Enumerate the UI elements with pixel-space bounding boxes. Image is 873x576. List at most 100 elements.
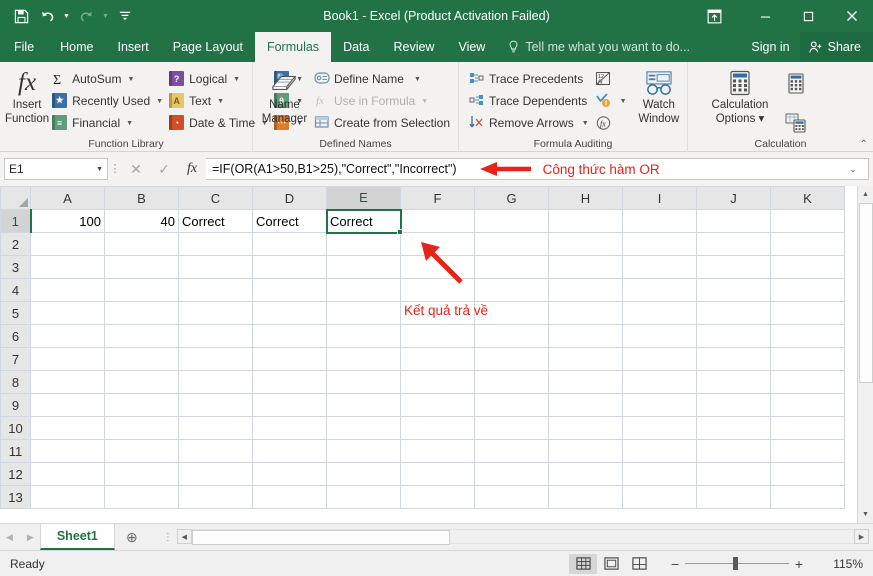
- cell-I2[interactable]: [622, 232, 697, 256]
- row-header-12[interactable]: 12: [0, 462, 31, 486]
- zoom-slider-thumb[interactable]: [733, 557, 738, 570]
- vertical-scroll-thumb[interactable]: [858, 203, 873, 383]
- cell-E9[interactable]: [326, 393, 401, 417]
- financial-dropdown-icon[interactable]: ▼: [126, 120, 133, 127]
- vertical-scrollbar[interactable]: ▲ ▼: [857, 186, 873, 523]
- horizontal-split-handle[interactable]: ⋮: [163, 524, 173, 550]
- cell-I10[interactable]: [622, 416, 697, 440]
- cell-B1[interactable]: 40: [104, 209, 179, 233]
- cell-I13[interactable]: [622, 485, 697, 509]
- cell-E5[interactable]: [326, 301, 401, 325]
- prev-sheet-icon[interactable]: ◀: [6, 532, 13, 543]
- row-header-2[interactable]: 2: [0, 232, 31, 256]
- cell-C13[interactable]: [178, 485, 253, 509]
- cell-B6[interactable]: [104, 324, 179, 348]
- row-header-4[interactable]: 4: [0, 278, 31, 302]
- close-button[interactable]: [830, 0, 873, 32]
- cell-J1[interactable]: [696, 209, 771, 233]
- cell-H6[interactable]: [548, 324, 623, 348]
- cell-A4[interactable]: [30, 278, 105, 302]
- cell-C8[interactable]: [178, 370, 253, 394]
- cell-C1[interactable]: Correct: [178, 209, 253, 233]
- cell-F11[interactable]: [400, 439, 475, 463]
- cell-H9[interactable]: [548, 393, 623, 417]
- cell-B12[interactable]: [104, 462, 179, 486]
- cell-I5[interactable]: [622, 301, 697, 325]
- cell-G11[interactable]: [474, 439, 549, 463]
- cell-B2[interactable]: [104, 232, 179, 256]
- horizontal-scrollbar[interactable]: ◀ ▶: [173, 524, 873, 550]
- name-manager-button[interactable]: Name Manager: [258, 66, 311, 136]
- horizontal-scroll-thumb[interactable]: [191, 530, 450, 545]
- cell-I3[interactable]: [622, 255, 697, 279]
- cell-I8[interactable]: [622, 370, 697, 394]
- col-header-I[interactable]: I: [622, 186, 697, 210]
- insert-function-icon[interactable]: fx: [178, 157, 206, 181]
- cell-H11[interactable]: [548, 439, 623, 463]
- cell-B4[interactable]: [104, 278, 179, 302]
- tab-data[interactable]: Data: [331, 32, 381, 62]
- show-formulas-button[interactable]: 12 fx: [592, 68, 630, 90]
- row-header-5[interactable]: 5: [0, 301, 31, 325]
- cell-I9[interactable]: [622, 393, 697, 417]
- insert-function-button[interactable]: fx Insert Function: [5, 66, 49, 136]
- col-header-J[interactable]: J: [696, 186, 771, 210]
- cell-G3[interactable]: [474, 255, 549, 279]
- cell-K10[interactable]: [770, 416, 845, 440]
- sign-in-button[interactable]: Sign in: [741, 32, 799, 62]
- cancel-formula-button[interactable]: ✕: [122, 157, 150, 181]
- tab-formulas[interactable]: Formulas: [254, 32, 332, 62]
- col-header-F[interactable]: F: [400, 186, 475, 210]
- col-header-E[interactable]: E: [326, 186, 401, 211]
- remove-arrows-dropdown-icon[interactable]: ▼: [582, 120, 589, 127]
- cell-D7[interactable]: [252, 347, 327, 371]
- cell-C5[interactable]: [178, 301, 253, 325]
- define-name-dropdown-icon[interactable]: ▼: [414, 76, 421, 83]
- cell-G12[interactable]: [474, 462, 549, 486]
- cell-J9[interactable]: [696, 393, 771, 417]
- row-header-7[interactable]: 7: [0, 347, 31, 371]
- row-header-10[interactable]: 10: [0, 416, 31, 440]
- horizontal-scroll-track[interactable]: [191, 529, 854, 545]
- cell-D6[interactable]: [252, 324, 327, 348]
- tab-home[interactable]: Home: [48, 32, 105, 62]
- cell-J12[interactable]: [696, 462, 771, 486]
- evaluate-formula-button[interactable]: fx: [592, 112, 630, 134]
- row-header-8[interactable]: 8: [0, 370, 31, 394]
- cell-B13[interactable]: [104, 485, 179, 509]
- error-checking-button[interactable]: ▼: [592, 90, 630, 112]
- row-header-6[interactable]: 6: [0, 324, 31, 348]
- formula-input[interactable]: =IF(OR(A1>50,B1>25),"Correct","Incorrect…: [206, 158, 869, 180]
- cell-K11[interactable]: [770, 439, 845, 463]
- cell-B9[interactable]: [104, 393, 179, 417]
- cell-C12[interactable]: [178, 462, 253, 486]
- cell-I1[interactable]: [622, 209, 697, 233]
- col-header-D[interactable]: D: [252, 186, 327, 210]
- cell-K12[interactable]: [770, 462, 845, 486]
- define-name-button[interactable]: Define Name ▼: [311, 68, 453, 90]
- cell-F6[interactable]: [400, 324, 475, 348]
- normal-view-button[interactable]: [569, 553, 597, 574]
- collapse-ribbon-icon[interactable]: ⌃: [860, 139, 868, 150]
- undo-icon[interactable]: [34, 4, 60, 28]
- cell-C6[interactable]: [178, 324, 253, 348]
- scroll-left-button[interactable]: ◀: [176, 529, 192, 544]
- cell-A6[interactable]: [30, 324, 105, 348]
- cell-H7[interactable]: [548, 347, 623, 371]
- cell-J4[interactable]: [696, 278, 771, 302]
- cell-A12[interactable]: [30, 462, 105, 486]
- cell-F9[interactable]: [400, 393, 475, 417]
- calculate-sheet-button[interactable]: [782, 108, 810, 136]
- cell-G9[interactable]: [474, 393, 549, 417]
- page-break-preview-button[interactable]: [625, 554, 653, 574]
- row-header-3[interactable]: 3: [0, 255, 31, 279]
- cell-D5[interactable]: [252, 301, 327, 325]
- zoom-slider[interactable]: [685, 556, 789, 572]
- fill-handle[interactable]: [397, 229, 403, 235]
- cell-A13[interactable]: [30, 485, 105, 509]
- trace-dependents-button[interactable]: Trace Dependents: [466, 90, 592, 112]
- zoom-in-button[interactable]: +: [789, 556, 809, 572]
- create-from-selection-button[interactable]: Create from Selection: [311, 112, 453, 134]
- recently-used-button[interactable]: ★ Recently Used ▼: [49, 90, 166, 112]
- cell-A2[interactable]: [30, 232, 105, 256]
